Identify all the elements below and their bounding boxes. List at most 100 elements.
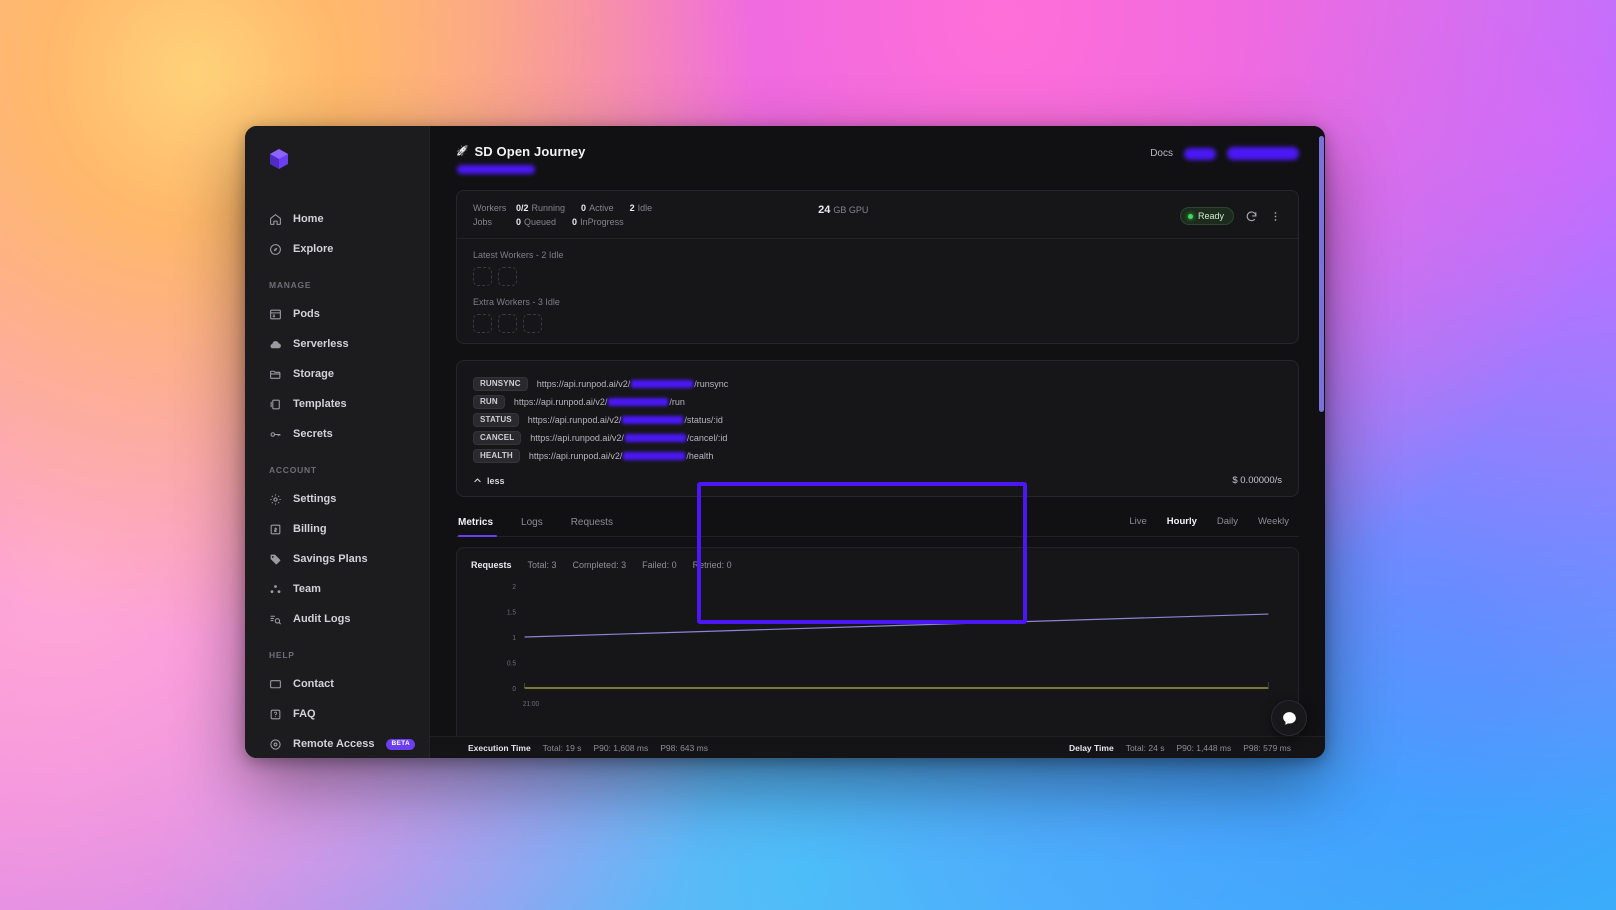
sidebar-item-label: Contact <box>293 678 334 690</box>
main-content: 🚀 SD Open Journey Docs Workers 0/2 Runni… <box>430 126 1325 758</box>
delay-time-p98: P98: 579 ms <box>1243 742 1291 753</box>
header-button-1-redacted[interactable] <box>1184 147 1216 160</box>
endpoint-url: https://api.runpod.ai/v2/ /status/:id <box>528 415 723 425</box>
chevron-up-icon <box>474 478 481 483</box>
sidebar-item-label: Templates <box>293 398 347 410</box>
sidebar-item-storage[interactable]: Storage <box>245 359 429 389</box>
requests-chart: 0 0.5 1 1.5 2 21:00 <box>471 576 1284 718</box>
cube-logo-icon <box>270 149 288 169</box>
sidebar-item-label: Storage <box>293 368 334 380</box>
sidebar-group-help-label: HELP <box>269 650 295 660</box>
less-toggle[interactable]: less <box>473 476 505 486</box>
sidebar: Home Explore MANAGE Pods Serverless Stor… <box>245 126 430 758</box>
sidebar-item-billing[interactable]: Billing <box>245 514 429 544</box>
tag-icon <box>269 553 282 566</box>
worker-slot[interactable] <box>523 314 542 333</box>
jobs-stat-row: Jobs 0 Queued 0 InProgress <box>473 217 668 227</box>
endpoint-method-badge: HEALTH <box>473 448 520 464</box>
scrollbar-thumb[interactable] <box>1319 136 1324 412</box>
range-tab-daily[interactable]: Daily <box>1207 514 1248 529</box>
sidebar-item-label: Billing <box>293 523 327 535</box>
endpoint-url-base: https://api.runpod.ai/v2/ <box>527 415 622 425</box>
endpoint-row[interactable]: HEALTH https://api.runpod.ai/v2/ /health <box>473 447 1282 465</box>
endpoint-url-base: https://api.runpod.ai/v2/ <box>530 433 624 443</box>
key-icon <box>269 428 282 441</box>
requests-total: Total: 3 <box>527 560 557 570</box>
endpoint-row[interactable]: STATUS https://api.runpod.ai/v2/ /status/:… <box>473 411 1282 429</box>
sidebar-item-explore[interactable]: Explore <box>245 234 429 264</box>
tab-logs[interactable]: Logs <box>507 511 557 536</box>
page-header: 🚀 SD Open Journey Docs <box>430 126 1325 174</box>
endpoint-id-redacted <box>631 380 694 388</box>
delay-time-p90: P90: 1,448 ms <box>1176 742 1232 753</box>
latest-workers-label: Latest Workers - 2 Idle <box>473 250 564 260</box>
worker-slot[interactable] <box>473 314 492 333</box>
worker-slot[interactable] <box>473 267 492 286</box>
endpoint-row[interactable]: CANCEL https://api.runpod.ai/v2/ /cancel/:… <box>473 429 1282 447</box>
chat-icon <box>269 678 282 691</box>
sidebar-item-secrets[interactable]: Secrets <box>245 419 429 449</box>
range-tab-hourly[interactable]: Hourly <box>1157 514 1207 529</box>
endpoints-footer: less $ 0.00000/s <box>473 475 1282 486</box>
gear-icon <box>269 493 282 506</box>
y-axis-tick-label: 0 <box>512 686 516 693</box>
endpoint-row[interactable]: RUNSYNC https://api.runpod.ai/v2/ /runsync <box>473 375 1282 393</box>
worker-slot[interactable] <box>498 267 517 286</box>
range-tab-live[interactable]: Live <box>1119 514 1156 529</box>
sidebar-item-templates[interactable]: Templates <box>245 389 429 419</box>
workers-stat-row: Workers 0/2 Running 0 Active 2 Idle <box>473 203 668 213</box>
endpoint-url-suffix: /run <box>669 397 685 407</box>
tab-requests[interactable]: Requests <box>557 511 627 536</box>
sidebar-item-savings-plans[interactable]: Savings Plans <box>245 544 429 574</box>
endpoint-url: https://api.runpod.ai/v2/ /health <box>529 451 714 461</box>
requests-chart-svg: 0 0.5 1 1.5 2 21:00 <box>507 584 1269 708</box>
sidebar-item-label: Pods <box>293 308 320 320</box>
tab-metrics[interactable]: Metrics <box>456 511 507 537</box>
sidebar-item-settings[interactable]: Settings <box>245 484 429 514</box>
sidebar-item-remote-access[interactable]: Remote Access BETA <box>245 729 429 758</box>
endpoint-url: https://api.runpod.ai/v2/ /run <box>514 397 685 407</box>
endpoint-method-badge: RUN <box>473 394 505 410</box>
sidebar-item-home[interactable]: Home <box>245 204 429 234</box>
workers-running: 0/2 Running <box>516 203 566 213</box>
sidebar-item-serverless[interactable]: Serverless <box>245 329 429 359</box>
sidebar-item-label: Remote Access <box>293 738 375 750</box>
sidebar-item-faq[interactable]: FAQ <box>245 699 429 729</box>
endpoint-url: https://api.runpod.ai/v2/ /cancel/:id <box>530 433 727 443</box>
sidebar-item-pods[interactable]: Pods <box>245 299 429 329</box>
sidebar-item-label: Explore <box>293 243 334 255</box>
endpoint-method-badge: RUNSYNC <box>473 376 528 392</box>
latest-workers-slots <box>473 267 1282 286</box>
endpoint-rows: RUNSYNC https://api.runpod.ai/v2/ /runsync… <box>473 375 1282 465</box>
header-button-2-redacted[interactable] <box>1227 147 1299 160</box>
range-tab-weekly[interactable]: Weekly <box>1248 514 1299 529</box>
execution-time-p90: P90: 1,608 ms <box>593 742 649 753</box>
team-icon <box>269 583 282 596</box>
endpoint-url-suffix: /cancel/:id <box>686 433 728 443</box>
sidebar-item-audit-logs[interactable]: Audit Logs <box>245 604 429 634</box>
sidebar-item-label: Secrets <box>293 428 333 440</box>
refresh-icon[interactable] <box>1244 209 1258 223</box>
requests-metric-card: Requests Total: 3 Completed: 3 Failed: 0… <box>456 547 1299 757</box>
endpoint-id-redacted <box>608 398 669 406</box>
jobs-inprogress: 0 InProgress <box>572 217 624 227</box>
chat-widget-button[interactable] <box>1271 700 1307 736</box>
status-badge: Ready <box>1179 207 1234 225</box>
docs-link[interactable]: Docs <box>1150 148 1173 159</box>
content-tabs: Metrics Logs Requests <box>456 511 627 537</box>
jobs-label: Jobs <box>473 217 493 227</box>
delay-time-title: Delay Time <box>1068 742 1114 753</box>
sidebar-item-team[interactable]: Team <box>245 574 429 604</box>
beta-badge: BETA <box>386 738 415 750</box>
page-title: SD Open Journey <box>474 144 586 159</box>
brand-logo[interactable] <box>245 148 429 204</box>
billing-icon <box>269 523 282 536</box>
server-icon <box>269 308 282 321</box>
worker-job-stats: Workers 0/2 Running 0 Active 2 Idle Jobs 0Q… <box>473 203 668 227</box>
worker-slot[interactable] <box>498 314 517 333</box>
endpoint-row[interactable]: RUN https://api.runpod.ai/v2/ /run <box>473 393 1282 411</box>
sidebar-group-manage-label: MANAGE <box>269 280 312 290</box>
header-actions: Docs <box>1150 144 1299 160</box>
more-vertical-icon[interactable] <box>1268 209 1282 223</box>
sidebar-item-contact[interactable]: Contact <box>245 669 429 699</box>
